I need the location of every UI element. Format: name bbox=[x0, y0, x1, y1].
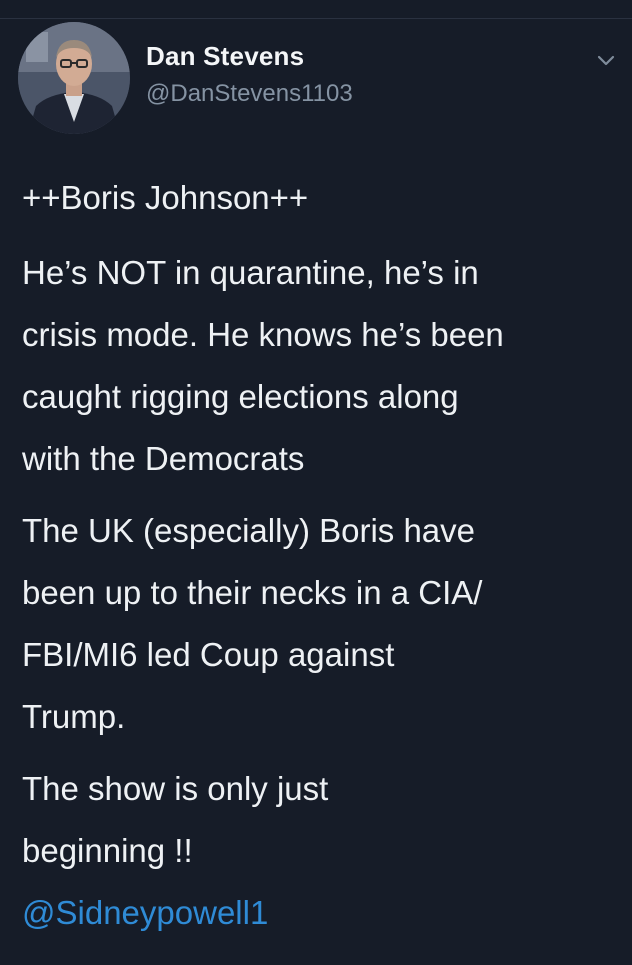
tweet-heading: ++Boris Johnson++ bbox=[22, 179, 309, 216]
avatar[interactable] bbox=[18, 22, 130, 134]
mention-link[interactable]: @Sidneypowell1 bbox=[22, 888, 622, 938]
tweet-card: Dan Stevens @DanStevens1103 ++Boris John… bbox=[0, 0, 632, 965]
user-handle[interactable]: @DanStevens1103 bbox=[146, 80, 353, 108]
tweet-body: ++Boris Johnson++ He’s NOT in quarantine… bbox=[22, 176, 622, 938]
tweet-paragraph: The UK (especially) Boris have been up t… bbox=[22, 512, 483, 735]
chevron-down-icon[interactable] bbox=[594, 48, 618, 72]
display-name[interactable]: Dan Stevens bbox=[146, 41, 304, 72]
tweet-paragraph: The show is only just beginning !! bbox=[22, 770, 329, 869]
profile-photo-icon bbox=[18, 22, 130, 134]
tweet-paragraph: He’s NOT in quarantine, he’s in crisis m… bbox=[22, 254, 504, 477]
